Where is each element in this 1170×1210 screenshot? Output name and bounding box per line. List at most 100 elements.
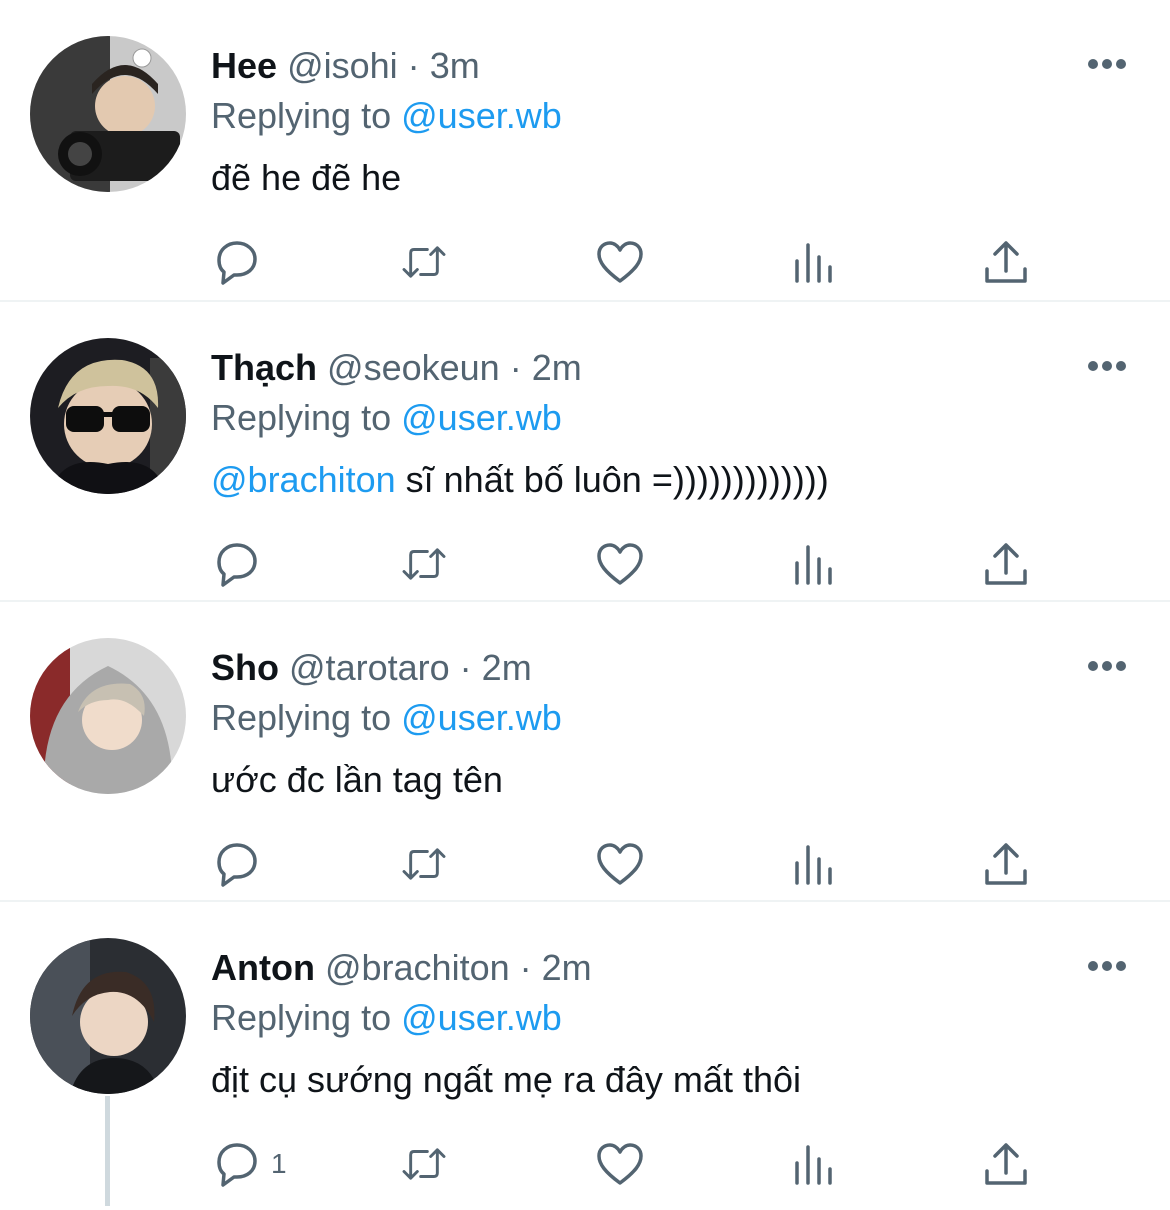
thread-connector-line	[105, 1096, 110, 1206]
timestamp[interactable]: 2m	[532, 347, 582, 388]
share-button[interactable]	[981, 1138, 1031, 1190]
avatar[interactable]	[30, 938, 186, 1094]
avatar-image	[30, 36, 186, 192]
avatar-image	[30, 338, 186, 494]
tweet-header: Sho @tarotaro · 2m	[211, 646, 532, 690]
replying-to-label: Replying to	[211, 397, 392, 438]
tweet-body-text: sĩ nhất bố luôn =)))))))))))))	[395, 459, 829, 500]
reply-button[interactable]	[211, 538, 261, 590]
reply-count: 1	[271, 1148, 287, 1179]
reply-button[interactable]	[211, 236, 261, 288]
more-icon[interactable]	[1086, 654, 1128, 678]
replying-to-mention[interactable]: @user.wb	[401, 997, 562, 1038]
avatar-image	[30, 638, 186, 794]
timestamp[interactable]: 2m	[482, 647, 532, 688]
tweet-body-text: ước đc lần tag tên	[211, 759, 503, 800]
avatar[interactable]	[30, 338, 186, 494]
share-button[interactable]	[981, 838, 1031, 890]
more-icon[interactable]	[1086, 954, 1128, 978]
action-bar	[211, 538, 1041, 590]
like-icon	[597, 843, 643, 885]
avatar[interactable]	[30, 36, 186, 192]
retweet-icon	[402, 848, 446, 880]
display-name[interactable]: Thạch	[211, 347, 317, 388]
reply-icon	[217, 241, 257, 285]
replying-to-mention[interactable]: @user.wb	[401, 397, 562, 438]
display-name[interactable]: Anton	[211, 947, 315, 988]
tweet-text: đẽ he đẽ he	[211, 156, 401, 200]
views-button[interactable]	[789, 1138, 839, 1190]
tweet-header: Hee @isohi · 3m	[211, 44, 480, 88]
timestamp[interactable]: 3m	[430, 45, 480, 86]
replying-to-line: Replying to @user.wb	[211, 996, 562, 1040]
tweet-text: địt cụ sướng ngất mẹ ra đây mất thôi	[211, 1058, 801, 1102]
tweet-item[interactable]: Thạch @seokeun · 2m Replying to @user.wb…	[0, 300, 1170, 600]
like-icon	[597, 1143, 643, 1185]
separator-dot: ·	[459, 647, 472, 688]
replying-to-mention[interactable]: @user.wb	[401, 697, 562, 738]
share-icon	[985, 543, 1027, 585]
body-mention[interactable]: @brachiton	[211, 459, 396, 500]
reply-button[interactable]: 1	[211, 1138, 287, 1190]
retweet-button[interactable]	[399, 236, 449, 288]
retweet-icon	[402, 246, 446, 278]
tweet-item[interactable]: Anton @brachiton · 2m Replying to @user.…	[0, 900, 1170, 1206]
share-icon	[985, 1143, 1027, 1185]
separator-dot: ·	[407, 45, 420, 86]
reply-icon	[217, 1143, 257, 1187]
display-name[interactable]: Hee	[211, 45, 277, 86]
reply-button[interactable]	[211, 838, 261, 890]
tweet-text: @brachiton sĩ nhất bố luôn =))))))))))))…	[211, 458, 829, 502]
views-icon	[795, 545, 832, 585]
retweet-button[interactable]	[399, 1138, 449, 1190]
like-button[interactable]	[595, 1138, 645, 1190]
share-button[interactable]	[981, 538, 1031, 590]
tweet-text: ước đc lần tag tên	[211, 758, 503, 802]
retweet-icon	[402, 548, 446, 580]
like-icon	[597, 543, 643, 585]
views-icon	[795, 1145, 832, 1185]
retweet-button[interactable]	[399, 838, 449, 890]
like-button[interactable]	[595, 538, 645, 590]
replying-to-line: Replying to @user.wb	[211, 94, 562, 138]
tweet-item[interactable]: Sho @tarotaro · 2m Replying to @user.wb …	[0, 600, 1170, 900]
tweet-item[interactable]: Hee @isohi · 3m Replying to @user.wb đẽ …	[0, 0, 1170, 300]
user-handle[interactable]: @isohi	[287, 45, 398, 86]
action-bar	[211, 236, 1041, 288]
action-bar: 1	[211, 1138, 1041, 1190]
views-button[interactable]	[789, 538, 839, 590]
tweet-body-text: đẽ he đẽ he	[211, 157, 402, 198]
user-handle[interactable]: @tarotaro	[289, 647, 450, 688]
user-handle[interactable]: @seokeun	[327, 347, 500, 388]
share-icon	[985, 843, 1027, 885]
retweet-button[interactable]	[399, 538, 449, 590]
tweet-header: Thạch @seokeun · 2m	[211, 346, 582, 390]
retweet-icon	[402, 1148, 446, 1180]
timestamp[interactable]: 2m	[542, 947, 592, 988]
avatar[interactable]	[30, 638, 186, 794]
like-icon	[597, 241, 643, 283]
replying-to-label: Replying to	[211, 95, 392, 136]
more-icon[interactable]	[1086, 52, 1128, 76]
more-icon[interactable]	[1086, 354, 1128, 378]
replying-to-label: Replying to	[211, 697, 392, 738]
views-button[interactable]	[789, 838, 839, 890]
share-icon	[985, 241, 1027, 283]
avatar-image	[30, 938, 186, 1094]
separator-dot: ·	[509, 347, 522, 388]
user-handle[interactable]: @brachiton	[325, 947, 510, 988]
replying-to-line: Replying to @user.wb	[211, 396, 562, 440]
tweet-header: Anton @brachiton · 2m	[211, 946, 592, 990]
like-button[interactable]	[595, 236, 645, 288]
views-icon	[795, 845, 832, 885]
like-button[interactable]	[595, 838, 645, 890]
replying-to-line: Replying to @user.wb	[211, 696, 562, 740]
replying-to-mention[interactable]: @user.wb	[401, 95, 562, 136]
views-button[interactable]	[789, 236, 839, 288]
reply-icon	[217, 543, 257, 587]
separator-dot: ·	[519, 947, 532, 988]
display-name[interactable]: Sho	[211, 647, 279, 688]
reply-icon	[217, 843, 257, 887]
share-button[interactable]	[981, 236, 1031, 288]
views-icon	[795, 243, 832, 283]
